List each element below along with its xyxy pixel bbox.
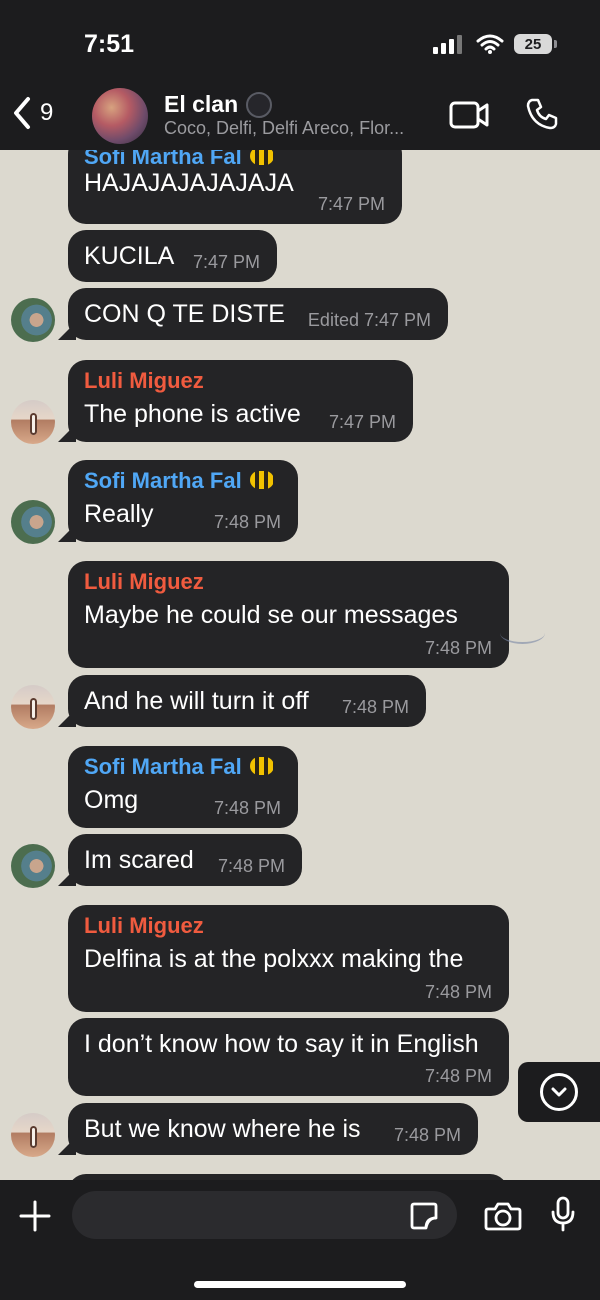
microphone-icon[interactable] [550, 1195, 576, 1233]
signal-icon [433, 35, 462, 54]
message-time: 7:48 PM [393, 1125, 461, 1145]
message-bubble[interactable]: But we know where he is 7:48 PM [68, 1103, 478, 1155]
message-bubble[interactable]: I don’t know how to say it in English 7:… [68, 1018, 509, 1096]
sticker-icon[interactable] [408, 1200, 440, 1232]
message-input[interactable] [72, 1191, 457, 1239]
battery-indicator: 25 [514, 34, 557, 54]
message-text: Maybe he could se our messages [84, 601, 458, 629]
sender-avatar[interactable] [11, 844, 55, 888]
message-bubble[interactable]: CON Q TE DISTE Edited 7:47 PM [68, 288, 448, 340]
sender-avatar[interactable] [11, 685, 55, 729]
sender-name: Sofi Martha Fal [84, 150, 274, 170]
message-bubble[interactable]: Luli Miguez Maybe he could se our messag… [68, 561, 509, 668]
sender-name: Sofi Martha Fal [84, 754, 274, 780]
message-bubble[interactable]: And he will turn it off 7:48 PM [68, 675, 426, 727]
message-time: Edited 7:47 PM [307, 310, 431, 330]
status-time: 7:51 [84, 30, 135, 58]
message-text: Omg [84, 786, 139, 814]
message-text: CON Q TE DISTE [84, 300, 285, 328]
message-time: 7:48 PM [213, 798, 281, 818]
message-text: The phone is active [84, 400, 301, 428]
sender-avatar[interactable] [11, 400, 55, 444]
chevron-left-icon [14, 97, 30, 129]
sender-avatar[interactable] [11, 500, 55, 544]
message-time: 7:48 PM [217, 856, 285, 876]
chevron-down-icon [551, 1087, 567, 1097]
message-text: And he will turn it off [84, 687, 309, 715]
message-text: I don’t know how to say it in English [84, 1030, 479, 1058]
scroll-to-bottom-button[interactable] [518, 1062, 600, 1122]
message-time: 7:48 PM [424, 1066, 492, 1086]
message-bubble[interactable]: Luli Miguez Delfina is at the polxxx mak… [68, 905, 509, 1012]
message-bubble[interactable]: Luli Miguez The phone is active 7:47 PM [68, 360, 413, 442]
message-list[interactable]: Sofi Martha Fal HAJAJAJAJAJAJA 7:47 PM K… [0, 150, 600, 1180]
group-members[interactable]: Coco, Delfi, Delfi Areco, Flor... [164, 118, 404, 139]
message-bubble[interactable]: KUCILA 7:47 PM [68, 230, 277, 282]
message-text: But we know where he is [84, 1115, 361, 1143]
chat-header: 7:51 25 9 El clan Coco, Delfi, Delfi Are… [0, 0, 600, 150]
bee-emoji-icon [249, 757, 274, 776]
message-bubble[interactable]: Im scared 7:48 PM [68, 834, 302, 886]
phone-call-icon[interactable] [525, 97, 559, 131]
back-button[interactable]: 9 [12, 96, 53, 130]
sender-avatar[interactable] [11, 298, 55, 342]
message-text: Delfina is at the polxxx making the [84, 945, 464, 973]
group-title: El clan [164, 91, 239, 117]
message-text: Really [84, 500, 154, 528]
message-time: 7:48 PM [424, 638, 492, 658]
plus-icon[interactable] [18, 1199, 52, 1233]
message-text: Im scared [84, 846, 194, 874]
message-bubble[interactable]: Sofi Martha Fal Really 7:48 PM [68, 460, 298, 542]
group-avatar[interactable] [92, 88, 148, 144]
message-time: 7:47 PM [317, 194, 385, 214]
message-time: 7:48 PM [341, 697, 409, 717]
background-doodle [500, 622, 545, 644]
sender-name: Luli Miguez [84, 368, 204, 393]
sender-name: Luli Miguez [84, 913, 204, 938]
bee-emoji-icon [249, 471, 274, 490]
ninja-emoji-icon [246, 91, 273, 118]
bee-emoji-icon [249, 150, 274, 166]
sender-avatar[interactable] [11, 1113, 55, 1157]
message-bubble[interactable]: Sofi Martha Fal HAJAJAJAJAJAJA 7:47 PM [68, 150, 402, 224]
video-call-icon[interactable] [449, 101, 489, 129]
sender-name: Sofi Martha Fal [84, 468, 274, 494]
home-indicator[interactable] [194, 1281, 406, 1288]
message-text: HAJAJAJAJAJAJA [84, 169, 294, 197]
message-bubble[interactable]: Sofi Martha Fal Omg 7:48 PM [68, 746, 298, 828]
unread-count: 9 [40, 99, 54, 126]
status-icons: 25 [432, 33, 557, 55]
message-time: 7:47 PM [328, 412, 396, 432]
message-time: 7:48 PM [213, 512, 281, 532]
camera-icon[interactable] [484, 1200, 522, 1232]
message-text: KUCILA [84, 242, 175, 270]
wifi-icon [476, 34, 504, 54]
chevron-down-circle-icon [540, 1073, 578, 1111]
group-title-row[interactable]: El clan [164, 91, 273, 118]
sender-name: Luli Miguez [84, 569, 204, 594]
message-time: 7:47 PM [192, 252, 260, 272]
message-time: 7:48 PM [424, 982, 492, 1002]
